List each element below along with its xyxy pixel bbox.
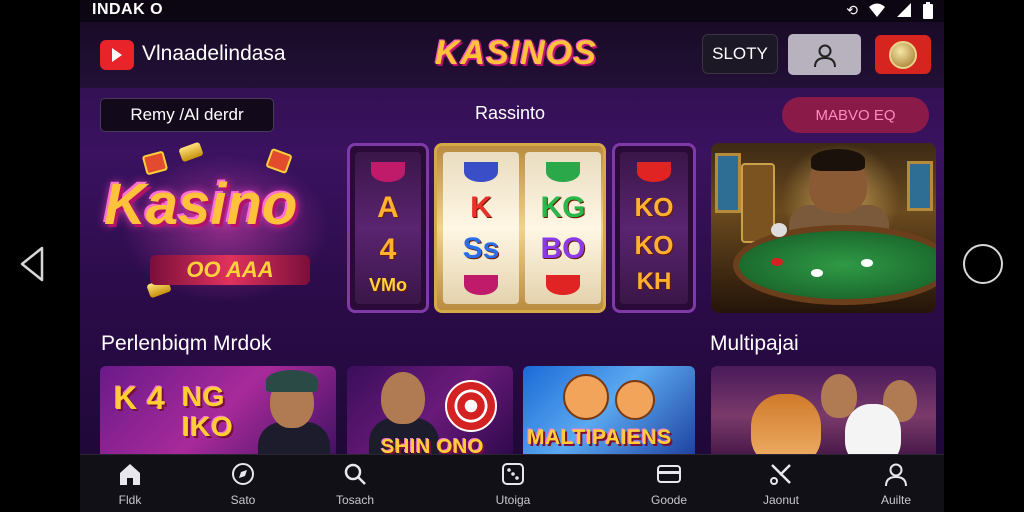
slot-reel-panel-center[interactable]: K Ss KG BO <box>434 143 606 313</box>
game-tile[interactable]: MALTIPAIENS <box>523 366 695 466</box>
section-title-center: Rassinto <box>475 103 546 123</box>
nav-item-account[interactable]: Jaonut <box>741 461 821 509</box>
tools-icon <box>770 464 791 485</box>
signal-icon <box>897 3 911 17</box>
nav-label: Jaonut <box>762 493 800 507</box>
heart-symbol-icon <box>546 274 580 295</box>
heart-symbol-icon <box>464 274 498 295</box>
nav-label: Tosach <box>335 493 375 507</box>
nav-item-home[interactable]: Fldk <box>90 461 170 509</box>
diamond-symbol-icon <box>464 161 498 182</box>
reel-symbol: A <box>377 191 399 225</box>
reel-symbol: BO <box>540 231 586 265</box>
heart-symbol-icon <box>637 162 671 182</box>
reel-symbol: KO <box>634 230 674 260</box>
carrier-label: INDAK O <box>92 1 164 18</box>
system-back-icon[interactable] <box>18 246 46 282</box>
nav-label: Sato <box>230 493 256 507</box>
slots-button[interactable]: SLOTY <box>702 34 778 74</box>
section-title-right: Multipajai <box>710 332 799 355</box>
category-filter-pill[interactable]: Remy /Al derdr <box>100 98 274 132</box>
player-avatar <box>381 372 425 424</box>
reel-symbol: 4 <box>379 232 397 266</box>
reel-symbol: Ss <box>462 231 500 265</box>
card-icon <box>657 465 681 483</box>
app-screen: INDAK O ⟲ Vlnaadelindasa KASINOS SLOTY R… <box>80 0 944 512</box>
slot-reel-panel-left[interactable]: A 4 VMo <box>347 143 429 313</box>
game-tile[interactable] <box>711 366 936 466</box>
game-tile[interactable]: K 4 NG IKO <box>100 366 336 466</box>
nav-label: Auilte <box>880 493 912 507</box>
compass-icon <box>232 463 254 485</box>
live-poker-card[interactable] <box>711 143 936 313</box>
slot-reel: KG BO <box>525 152 601 304</box>
game-tile[interactable]: SHIN ONO <box>347 366 513 466</box>
kasino-logo-text: Kasino <box>104 172 298 237</box>
bottom-navigation: Fldk Sato Tosach Utoiga Goode Jaonut Aui… <box>80 454 944 512</box>
user-icon <box>813 44 836 67</box>
poker-chip-icon <box>445 380 497 432</box>
slot-reel: A 4 VMo <box>355 152 421 304</box>
section-title-left: Perlenbiqm Mrdok <box>101 332 272 355</box>
slot-machine-image <box>741 163 775 243</box>
nav-item-sato[interactable]: Sato <box>203 461 283 509</box>
nav-item-cards[interactable]: Goode <box>629 461 709 509</box>
reel-symbol: VMo <box>369 275 407 296</box>
slot-reel-panel-right[interactable]: KO KO KH <box>612 143 696 313</box>
status-bar: INDAK O ⟲ <box>80 0 944 22</box>
battery-icon <box>923 2 933 19</box>
coin-icon <box>889 40 917 69</box>
poker-table-image <box>733 225 936 305</box>
nav-item-games[interactable]: Utoiga <box>473 461 553 509</box>
cartoon-character-icon <box>615 380 655 420</box>
brand-title: KASINOS <box>435 34 597 72</box>
tile-sub-label: K 4 <box>114 380 166 416</box>
system-home-icon[interactable] <box>963 244 1003 284</box>
person-icon <box>885 463 907 487</box>
reel-symbol: K <box>470 190 492 224</box>
nav-label: Utoiga <box>495 493 531 507</box>
dice-icon <box>502 463 524 485</box>
device-frame: INDAK O ⟲ Vlnaadelindasa KASINOS SLOTY R… <box>0 0 1024 512</box>
cartoon-character-icon <box>563 374 609 420</box>
app-logo-icon[interactable] <box>100 40 134 70</box>
profile-button[interactable] <box>788 34 861 75</box>
promo-pill[interactable]: MABVO EQ <box>782 97 929 133</box>
tile-label: MALTIPAIENS <box>527 426 672 449</box>
kasino-ribbon: OO AAA <box>150 255 310 285</box>
reel-symbol: KG <box>540 190 586 224</box>
clover-symbol-icon <box>546 161 580 182</box>
tile-label: NG IKO <box>182 381 234 442</box>
reel-symbol: KO <box>634 192 674 222</box>
kasino-banner[interactable]: Kasino OO AAA <box>100 141 340 308</box>
app-name: Vlnaadelindasa <box>142 42 286 65</box>
sync-icon: ⟲ <box>846 2 858 18</box>
app-header: Vlnaadelindasa KASINOS SLOTY <box>80 22 944 88</box>
wifi-icon <box>869 3 885 17</box>
coins-button[interactable] <box>875 35 931 74</box>
nav-label: Fldk <box>118 493 142 507</box>
nav-item-profile[interactable]: Auilte <box>856 461 936 509</box>
slot-reel: KO KO KH <box>620 152 688 304</box>
status-icons: ⟲ <box>846 2 934 20</box>
heart-symbol-icon <box>371 161 405 182</box>
home-icon <box>120 464 140 485</box>
search-icon <box>344 463 366 485</box>
reel-symbol: KH <box>636 268 672 295</box>
slot-reel: K Ss <box>443 152 519 304</box>
nav-label: Goode <box>650 493 688 507</box>
nav-item-search[interactable]: Tosach <box>315 461 395 509</box>
